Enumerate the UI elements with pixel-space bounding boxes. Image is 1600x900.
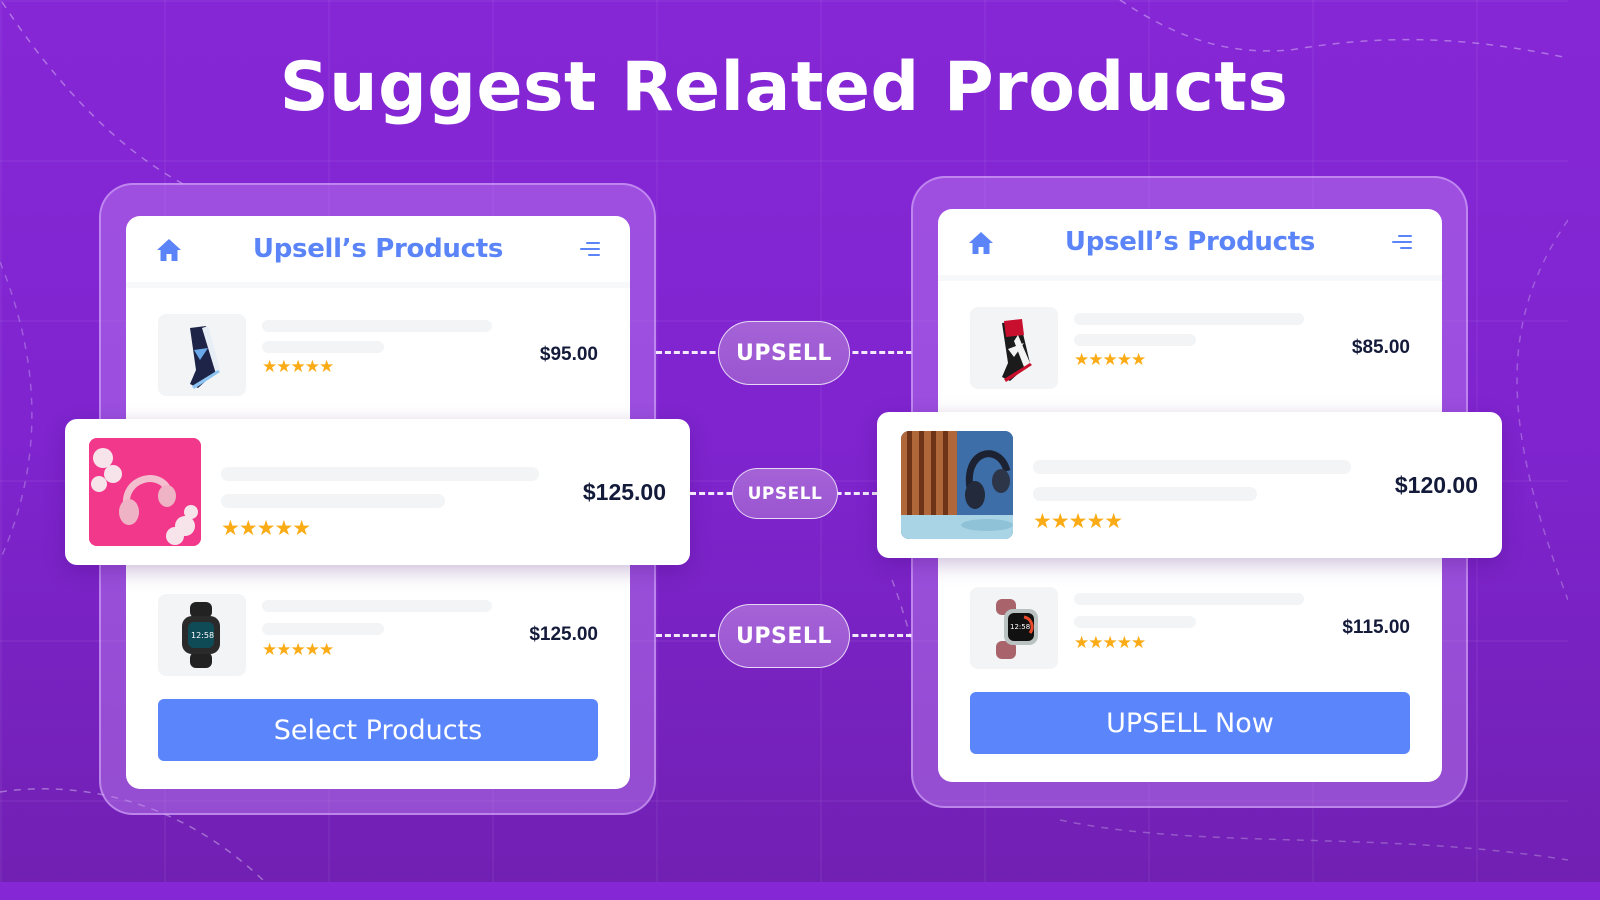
star-rating: ★★★★★ [1074, 633, 1146, 652]
upsell-pill[interactable]: UPSELL [718, 321, 850, 385]
product-row[interactable]: 12:58 ★★★★★ $115.00 [970, 586, 1410, 670]
panel-header: Upsell’s Products [126, 216, 630, 288]
product-image-dark-headphones [901, 431, 1013, 539]
svg-text:12:58: 12:58 [191, 631, 214, 640]
star-rating: ★★★★★ [1033, 510, 1123, 533]
star-rating: ★★★★★ [1074, 350, 1146, 369]
product-row[interactable]: ★★★★★ $85.00 [970, 306, 1410, 390]
product-price: $120.00 [1394, 471, 1478, 498]
product-price: $115.00 [1342, 617, 1410, 638]
star-rating: ★★★★★ [221, 517, 311, 540]
upsell-now-button[interactable]: UPSELL Now [970, 692, 1410, 754]
product-row[interactable]: 12:58 ★★★★★ $125.00 [158, 593, 598, 677]
product-price: $95.00 [539, 344, 598, 365]
product-price: $85.00 [1351, 337, 1410, 358]
upsell-pill[interactable]: UPSELL [718, 604, 850, 668]
product-price: $125.00 [582, 478, 666, 505]
menu-icon[interactable] [580, 242, 600, 258]
product-image-blue-sneaker [158, 314, 246, 396]
svg-text:12:58: 12:58 [1010, 623, 1030, 631]
star-rating: ★★★★★ [262, 640, 334, 659]
product-row[interactable]: ★★★★★ $95.00 [158, 313, 598, 397]
panel-header: Upsell’s Products [938, 209, 1442, 281]
highlighted-product-card[interactable]: ★★★★★ $120.00 [877, 412, 1502, 558]
product-image-pink-headphones [89, 438, 201, 546]
upsell-pill[interactable]: UPSELL [732, 468, 838, 519]
select-products-button[interactable]: Select Products [158, 699, 598, 761]
home-icon[interactable] [156, 238, 182, 262]
panel-title: Upsell’s Products [1064, 227, 1316, 257]
star-rating: ★★★★★ [262, 357, 334, 376]
panel-title: Upsell’s Products [252, 234, 504, 264]
menu-icon[interactable] [1392, 235, 1412, 251]
product-image-black-smartwatch: 12:58 [158, 594, 246, 676]
product-price: $125.00 [529, 624, 598, 645]
product-image-rose-smartwatch: 12:58 [970, 587, 1058, 669]
highlighted-product-card[interactable]: ★★★★★ $125.00 [65, 419, 690, 565]
home-icon[interactable] [968, 231, 994, 255]
product-image-red-sneaker [970, 307, 1058, 389]
page-title: Suggest Related Products [279, 48, 1289, 127]
